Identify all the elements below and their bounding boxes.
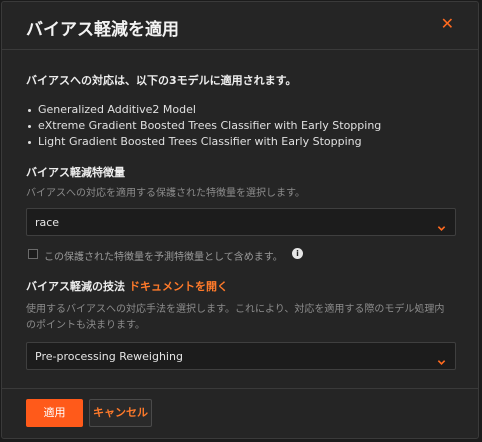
- feature-select-value: race: [35, 216, 60, 229]
- dialog-header: バイアス軽減を適用 ✕: [2, 2, 478, 50]
- open-docs-link[interactable]: ドキュメントを開く: [129, 280, 228, 293]
- include-feature-checkbox[interactable]: [28, 249, 38, 259]
- list-item: Light Gradient Boosted Trees Classifier …: [26, 134, 456, 150]
- feature-section: バイアス軽減特徴量 バイアスへの対応を適用する保護された特徴量を選択します。: [26, 164, 456, 202]
- apply-button[interactable]: 適用: [26, 399, 83, 427]
- technique-help-line1: 使用するバイアスへの対応手法を選択します。これにより、対応を適用する際のモデル処…: [26, 304, 445, 315]
- chevron-down-icon: [437, 352, 446, 371]
- include-feature-label: この保護された特徴量を予測特徴量として含めます。: [44, 252, 283, 263]
- intro-section: バイアスへの対応は、以下の3モデルに適用されます。 Generalized Ad…: [26, 72, 456, 150]
- intro-text: バイアスへの対応は、以下の3モデルに適用されます。: [26, 74, 297, 87]
- cancel-button[interactable]: キャンセル: [89, 399, 152, 427]
- feature-select[interactable]: race: [26, 208, 456, 236]
- technique-title: バイアス軽減の技法: [26, 280, 125, 293]
- info-icon[interactable]: i: [292, 248, 303, 259]
- close-icon[interactable]: ✕: [441, 14, 454, 33]
- list-item: Generalized Additive2 Model: [26, 102, 456, 118]
- technique-select[interactable]: Pre-processing Reweighing: [26, 342, 456, 370]
- feature-title: バイアス軽減特徴量: [26, 166, 125, 179]
- technique-title-row: バイアス軽減の技法 ドキュメントを開く: [26, 278, 460, 294]
- model-list: Generalized Additive2 Model eXtreme Grad…: [26, 102, 456, 150]
- dialog-title: バイアス軽減を適用: [26, 20, 179, 40]
- technique-help-line2: のポイントも決まります。: [26, 320, 145, 331]
- technique-section: バイアス軽減の技法 ドキュメントを開く 使用するバイアスへの対応手法を選択します。…: [26, 278, 460, 334]
- bias-mitigation-dialog: バイアス軽減を適用 ✕ バイアスへの対応は、以下の3モデルに適用されます。 Ge…: [1, 1, 479, 439]
- feature-help: バイアスへの対応を適用する保護された特徴量を選択します。: [26, 188, 305, 199]
- chevron-down-icon: [437, 218, 446, 237]
- technique-select-value: Pre-processing Reweighing: [35, 350, 183, 363]
- list-item: eXtreme Gradient Boosted Trees Classifie…: [26, 118, 456, 134]
- footer-divider: [2, 388, 478, 389]
